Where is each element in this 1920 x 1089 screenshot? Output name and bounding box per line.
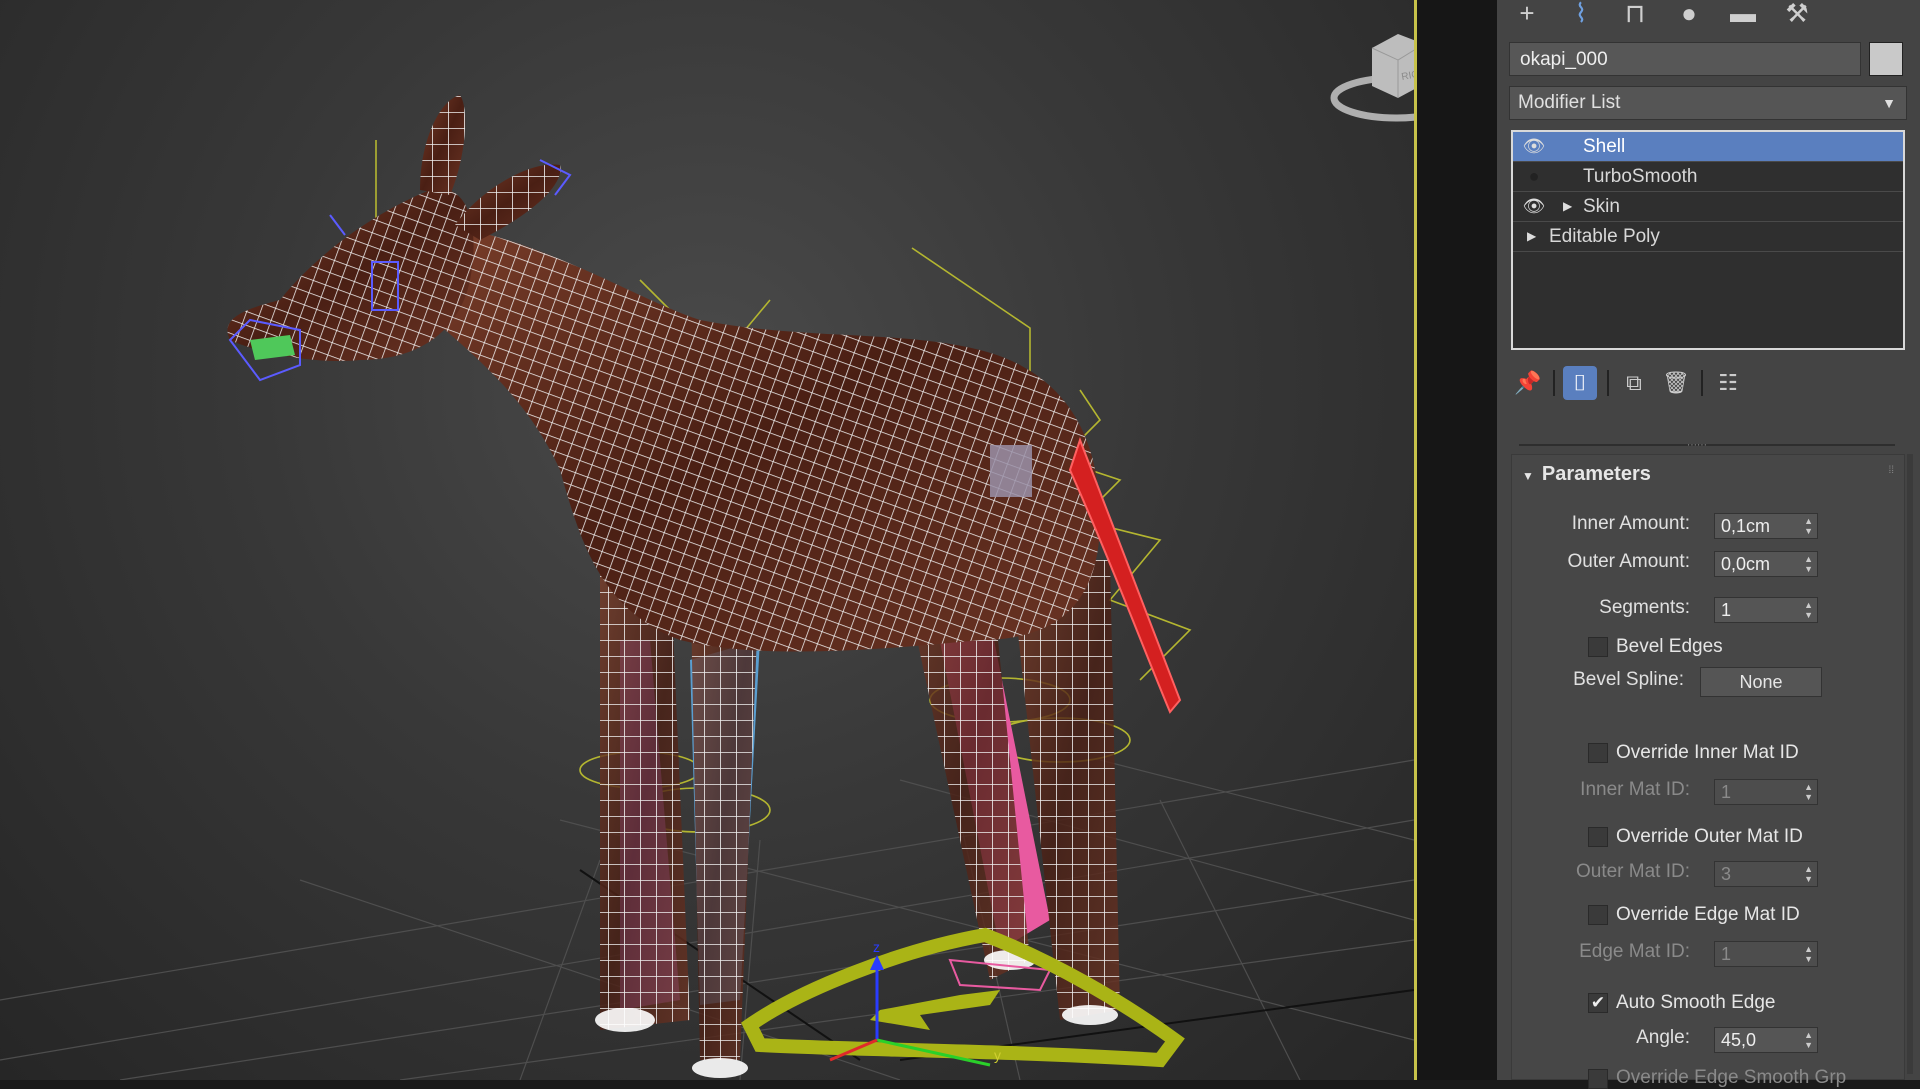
- spinner-arrows-icon[interactable]: ▲ ▼: [1804, 600, 1813, 620]
- spinner-arrows-icon[interactable]: ▲ ▼: [1804, 516, 1813, 536]
- eye-icon[interactable]: 👁: [1519, 132, 1549, 161]
- segments-label: Segments:: [1599, 597, 1690, 618]
- toolbar-separator: [1701, 370, 1703, 396]
- modifier-list-label: Modifier List: [1518, 92, 1621, 113]
- inner-mat-id-label: Inner Mat ID:: [1580, 779, 1690, 800]
- spinner-arrows-icon[interactable]: ▲ ▼: [1804, 864, 1813, 884]
- object-color-swatch[interactable]: [1869, 42, 1903, 76]
- bone-box: [990, 445, 1032, 497]
- angle-value: 45,0: [1721, 1030, 1757, 1050]
- rollout-grip-icon[interactable]: ⁞⁞: [1888, 465, 1894, 476]
- bevel-edges-label: Bevel Edges: [1616, 636, 1723, 657]
- expand-triangle-icon[interactable]: ▶: [1563, 192, 1572, 221]
- outer-mat-id-label: Outer Mat ID:: [1575, 861, 1690, 882]
- spinner-arrows-icon[interactable]: ▲ ▼: [1804, 1030, 1813, 1050]
- bevel-edges-checkbox[interactable]: [1588, 637, 1608, 657]
- override-edge-mat-checkbox[interactable]: [1588, 905, 1608, 925]
- modifier-list-dropdown[interactable]: Modifier List ▼: [1509, 86, 1907, 120]
- stack-item-shell[interactable]: 👁 Shell: [1513, 132, 1903, 162]
- inner-amount-spinner[interactable]: 0,1cm ▲ ▼: [1714, 513, 1818, 539]
- toolbar-separator: [1607, 370, 1609, 396]
- stack-item-label: TurboSmooth: [1583, 166, 1698, 187]
- okapi-body: [400, 230, 1100, 652]
- modifier-stack: 👁 Shell ● TurboSmooth 👁 ▶ Skin ▶ Editabl…: [1511, 130, 1905, 350]
- pin-stack-icon[interactable]: 📌: [1511, 366, 1545, 400]
- make-unique-icon[interactable]: ⧉: [1617, 366, 1651, 400]
- rollout-title: Parameters: [1541, 463, 1651, 485]
- angle-label: Angle:: [1636, 1027, 1690, 1048]
- stack-item-editable-poly[interactable]: ▶ Editable Poly: [1513, 222, 1903, 252]
- stack-item-label: Editable Poly: [1549, 226, 1660, 247]
- outer-amount-spinner[interactable]: 0,0cm ▲ ▼: [1714, 551, 1818, 577]
- chevron-down-icon: ▼: [1882, 95, 1896, 111]
- override-inner-mat-checkbox[interactable]: [1588, 743, 1608, 763]
- eye-icon[interactable]: 👁: [1519, 192, 1549, 221]
- hierarchy-icon[interactable]: ⊓: [1615, 0, 1655, 28]
- segments-value: 1: [1721, 600, 1732, 620]
- stack-item-label: Skin: [1583, 196, 1620, 217]
- edge-mat-id-label: Edge Mat ID:: [1579, 941, 1690, 962]
- inner-amount-label: Inner Amount:: [1571, 513, 1690, 534]
- rollout-header[interactable]: ▼ Parameters: [1522, 463, 1651, 486]
- spinner-arrows-icon[interactable]: ▲ ▼: [1804, 554, 1813, 574]
- object-name-field[interactable]: okapi_000: [1509, 42, 1861, 76]
- auto-smooth-label: Auto Smooth Edge: [1616, 992, 1776, 1013]
- command-panel: + ⌇ ⊓ ● ▬ ⚒ okapi_000 Modifier List ▼ 👁 …: [1497, 0, 1920, 1089]
- auto-smooth-checkbox[interactable]: ✔: [1588, 993, 1608, 1013]
- perspective-viewport[interactable]: z y RIGHT: [0, 0, 1414, 1080]
- motion-icon[interactable]: ●: [1669, 0, 1709, 28]
- parameters-rollout: ▼ Parameters ⁞⁞ Inner Amount: 0,1cm ▲ ▼ Out…: [1511, 454, 1905, 1089]
- viewcube[interactable]: RIGHT: [1330, 34, 1414, 122]
- bevel-spline-label: Bevel Spline:: [1573, 669, 1684, 690]
- viewport-scene: z y RIGHT: [0, 34, 1414, 1080]
- inner-mat-id-spinner[interactable]: 1 ▲ ▼: [1714, 779, 1818, 805]
- spinner-arrows-icon[interactable]: ▲ ▼: [1804, 782, 1813, 802]
- resize-grip-icon[interactable]: ⋯⋯: [1687, 440, 1707, 451]
- gizmo-z-label: z: [873, 939, 880, 955]
- override-outer-mat-checkbox[interactable]: [1588, 827, 1608, 847]
- expand-triangle-icon[interactable]: ▶: [1527, 222, 1536, 251]
- spinner-arrows-icon[interactable]: ▲ ▼: [1804, 944, 1813, 964]
- edge-mat-id-value: 1: [1721, 944, 1732, 964]
- override-edge-smooth-checkbox[interactable]: [1588, 1069, 1608, 1089]
- utilities-icon[interactable]: ⚒: [1777, 0, 1817, 28]
- eye-off-icon[interactable]: ●: [1519, 162, 1549, 191]
- angle-spinner[interactable]: 45,0 ▲ ▼: [1714, 1027, 1818, 1053]
- panel-scrollbar[interactable]: [1907, 454, 1913, 1074]
- bevel-spline-button[interactable]: None: [1700, 667, 1822, 697]
- override-outer-mat-label: Override Outer Mat ID: [1616, 826, 1803, 847]
- inner-amount-value: 0,1cm: [1721, 516, 1771, 536]
- segments-spinner[interactable]: 1 ▲ ▼: [1714, 597, 1818, 623]
- stack-item-skin[interactable]: 👁 ▶ Skin: [1513, 192, 1903, 222]
- override-inner-mat-label: Override Inner Mat ID: [1616, 742, 1799, 763]
- toolbar-separator: [1553, 370, 1555, 396]
- create-icon[interactable]: +: [1507, 0, 1547, 28]
- stack-item-turbosmooth[interactable]: ● TurboSmooth: [1513, 162, 1903, 192]
- outer-amount-label: Outer Amount:: [1567, 551, 1690, 572]
- outer-amount-value: 0,0cm: [1721, 554, 1771, 574]
- outer-mat-id-spinner[interactable]: 3 ▲ ▼: [1714, 861, 1818, 887]
- inner-mat-id-value: 1: [1721, 782, 1732, 802]
- display-icon[interactable]: ▬: [1723, 0, 1763, 28]
- stack-item-label: Shell: [1583, 136, 1626, 157]
- stack-toolbar: 📌 ⌷ ⧉ 🗑 ☷: [1511, 360, 1905, 404]
- modify-icon[interactable]: ⌇: [1561, 0, 1601, 28]
- collapse-triangle-icon[interactable]: ▼: [1522, 469, 1534, 483]
- override-edge-mat-label: Override Edge Mat ID: [1616, 904, 1800, 925]
- gizmo-y-label: y: [994, 1047, 1001, 1063]
- override-edge-smooth-label: Override Edge Smooth Grp: [1616, 1067, 1847, 1088]
- show-end-result-icon[interactable]: ⌷: [1563, 366, 1597, 400]
- panel-divider: [1519, 444, 1895, 446]
- viewport-gap: [1417, 0, 1497, 1080]
- trash-icon[interactable]: 🗑: [1659, 366, 1693, 400]
- edge-mat-id-spinner[interactable]: 1 ▲ ▼: [1714, 941, 1818, 967]
- outer-mat-id-value: 3: [1721, 864, 1732, 884]
- configure-modifier-sets-icon[interactable]: ☷: [1711, 366, 1745, 400]
